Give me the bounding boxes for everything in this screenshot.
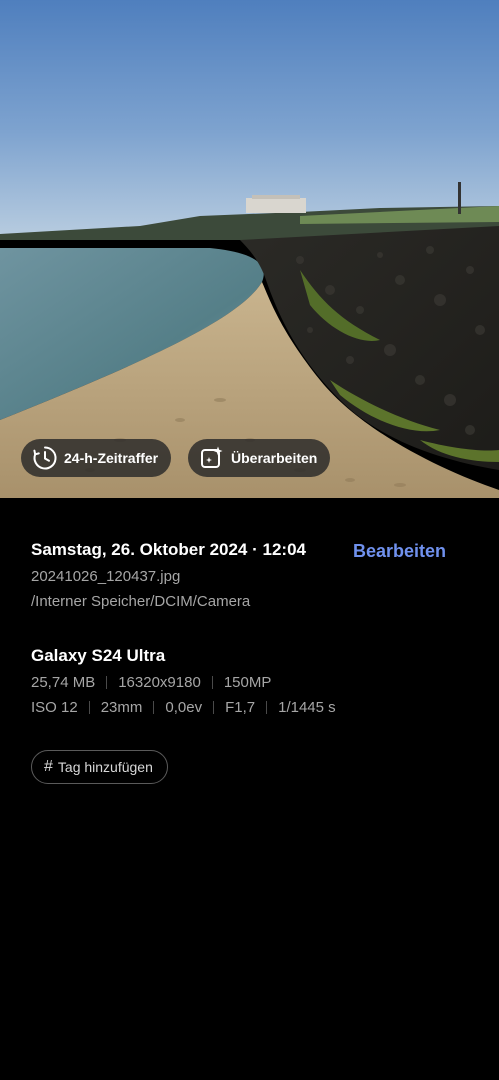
exposure-value: 0,0ev — [165, 699, 203, 716]
file-specs: 25,74 MB 16320x9180 150MP — [31, 674, 271, 691]
remaster-label: Überarbeiten — [231, 450, 318, 466]
add-tag-label: Tag hinzufügen — [57, 759, 153, 775]
separator — [266, 701, 268, 714]
separator — [153, 701, 155, 714]
file-path: /Interner Speicher/DCIM/Camera — [31, 593, 251, 610]
date-row: Samstag, 26. Oktober 2024 · 12:04 Bearbe… — [31, 540, 471, 564]
add-tag-button[interactable]: # Tag hinzufügen — [31, 750, 168, 784]
device-name: Galaxy S24 Ultra — [31, 646, 166, 665]
timelapse-button[interactable]: 24-h-Zeitraffer — [21, 439, 172, 477]
shutter-speed: 1/1445 s — [278, 699, 336, 716]
photo-preview[interactable] — [0, 0, 499, 498]
separator — [88, 701, 90, 714]
resolution: 16320x9180 — [118, 674, 201, 691]
separator — [211, 676, 213, 689]
clock-timelapse-icon — [32, 445, 58, 471]
separator — [106, 676, 108, 689]
file-name: 20241026_120437.jpg — [31, 568, 181, 585]
separator — [213, 701, 215, 714]
sparkle-edit-icon — [199, 445, 225, 471]
date-time: Samstag, 26. Oktober 2024 · 12:04 — [31, 540, 306, 559]
megapixels: 150MP — [223, 674, 272, 691]
iso: ISO 12 — [31, 699, 78, 716]
file-size: 25,74 MB — [31, 674, 96, 691]
remaster-button[interactable]: Überarbeiten — [188, 439, 331, 477]
timelapse-label: 24-h-Zeitraffer — [64, 450, 159, 466]
edit-details-button[interactable]: Bearbeiten — [353, 541, 446, 562]
hash-icon: # — [44, 758, 53, 775]
aperture: F1,7 — [225, 699, 256, 716]
focal-length: 23mm — [100, 699, 143, 716]
camera-specs: ISO 12 23mm 0,0ev F1,7 1/1445 s — [31, 699, 336, 716]
